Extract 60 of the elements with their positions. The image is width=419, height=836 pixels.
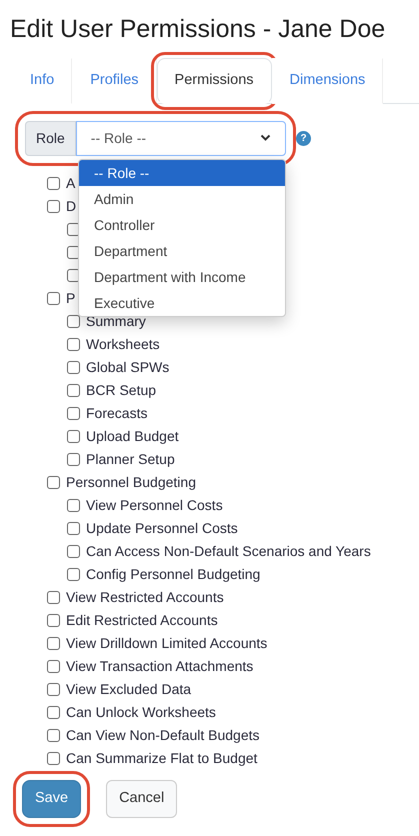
- checkbox[interactable]: [47, 476, 60, 489]
- checkbox-label: Can Summarize Flat to Budget: [66, 748, 258, 768]
- checkbox-label: Planner Setup: [86, 450, 175, 469]
- checkbox-label: Can Unlock Worksheets: [66, 702, 216, 722]
- dropdown-option[interactable]: Department with Income: [79, 264, 285, 290]
- checkbox[interactable]: [47, 636, 60, 650]
- tab[interactable]: Info: [12, 58, 72, 104]
- help-icon[interactable]: ?: [296, 130, 311, 146]
- checkbox[interactable]: [47, 706, 60, 719]
- checkbox-label: D: [66, 196, 76, 216]
- checkbox[interactable]: [47, 176, 60, 190]
- checkbox[interactable]: [67, 568, 80, 581]
- checkbox-label: Can View Non-Default Budgets: [66, 726, 260, 745]
- checkbox[interactable]: [47, 660, 60, 673]
- checkbox[interactable]: [67, 360, 80, 374]
- checkbox-label: Update Personnel Costs: [86, 518, 238, 538]
- checkbox[interactable]: [67, 406, 80, 420]
- checkbox-label: Forecasts: [86, 404, 148, 423]
- role-field-group[interactable]: Role -- Role --: [25, 120, 286, 156]
- checkbox[interactable]: [67, 430, 80, 443]
- checkbox[interactable]: [67, 522, 80, 535]
- checkbox-label: View Transaction Attachments: [66, 656, 254, 676]
- checkbox-label: Global SPWs: [86, 358, 170, 377]
- tab[interactable]: Dimensions: [272, 58, 384, 104]
- page-title: Edit User Permissions - Jane Doe: [10, 14, 386, 44]
- checkbox[interactable]: [47, 614, 60, 627]
- role-label: Role: [25, 120, 76, 156]
- checkbox[interactable]: [67, 384, 80, 397]
- checkbox-label: Edit Restricted Accounts: [66, 610, 218, 630]
- dropdown-option[interactable]: Controller: [79, 212, 285, 238]
- checkbox-label: Upload Budget: [86, 426, 179, 446]
- checkbox[interactable]: [47, 682, 60, 696]
- checkbox[interactable]: [47, 590, 60, 604]
- caret-icon: [260, 134, 271, 142]
- checkbox-label: BCR Setup: [86, 380, 156, 400]
- checkbox-label: Personnel Budgeting: [66, 472, 196, 492]
- checkbox-label: Worksheets: [86, 334, 160, 354]
- checkbox-label: A: [66, 174, 76, 193]
- checkbox-label: P: [66, 288, 76, 308]
- checkbox[interactable]: [47, 200, 60, 213]
- checkbox-label: View Drilldown Limited Accounts: [66, 634, 268, 653]
- checkbox[interactable]: [47, 292, 60, 305]
- checkbox[interactable]: [47, 728, 60, 742]
- checkbox-label: Can Access Non-Default Scenarios and Years: [86, 542, 371, 561]
- dropdown-option[interactable]: -- Role --: [79, 160, 285, 186]
- checkbox-label: View Personnel Costs: [86, 496, 223, 515]
- checkbox[interactable]: [67, 314, 80, 328]
- checkbox[interactable]: [67, 498, 80, 512]
- tab[interactable]: Profiles: [72, 58, 157, 104]
- checkbox-label: View Restricted Accounts: [66, 588, 224, 607]
- cancel-button[interactable]: Cancel: [106, 780, 178, 818]
- checkbox-label: View Excluded Data: [66, 680, 192, 699]
- checkbox[interactable]: [47, 752, 60, 765]
- checkbox[interactable]: [67, 338, 80, 351]
- checkbox-label: Config Personnel Budgeting: [86, 564, 260, 584]
- checkbox[interactable]: [67, 452, 80, 466]
- role-select[interactable]: -- Role --: [76, 120, 286, 156]
- dropdown-option[interactable]: Admin: [79, 186, 285, 212]
- dropdown-option[interactable]: Department: [79, 238, 285, 264]
- checkbox[interactable]: [67, 544, 80, 558]
